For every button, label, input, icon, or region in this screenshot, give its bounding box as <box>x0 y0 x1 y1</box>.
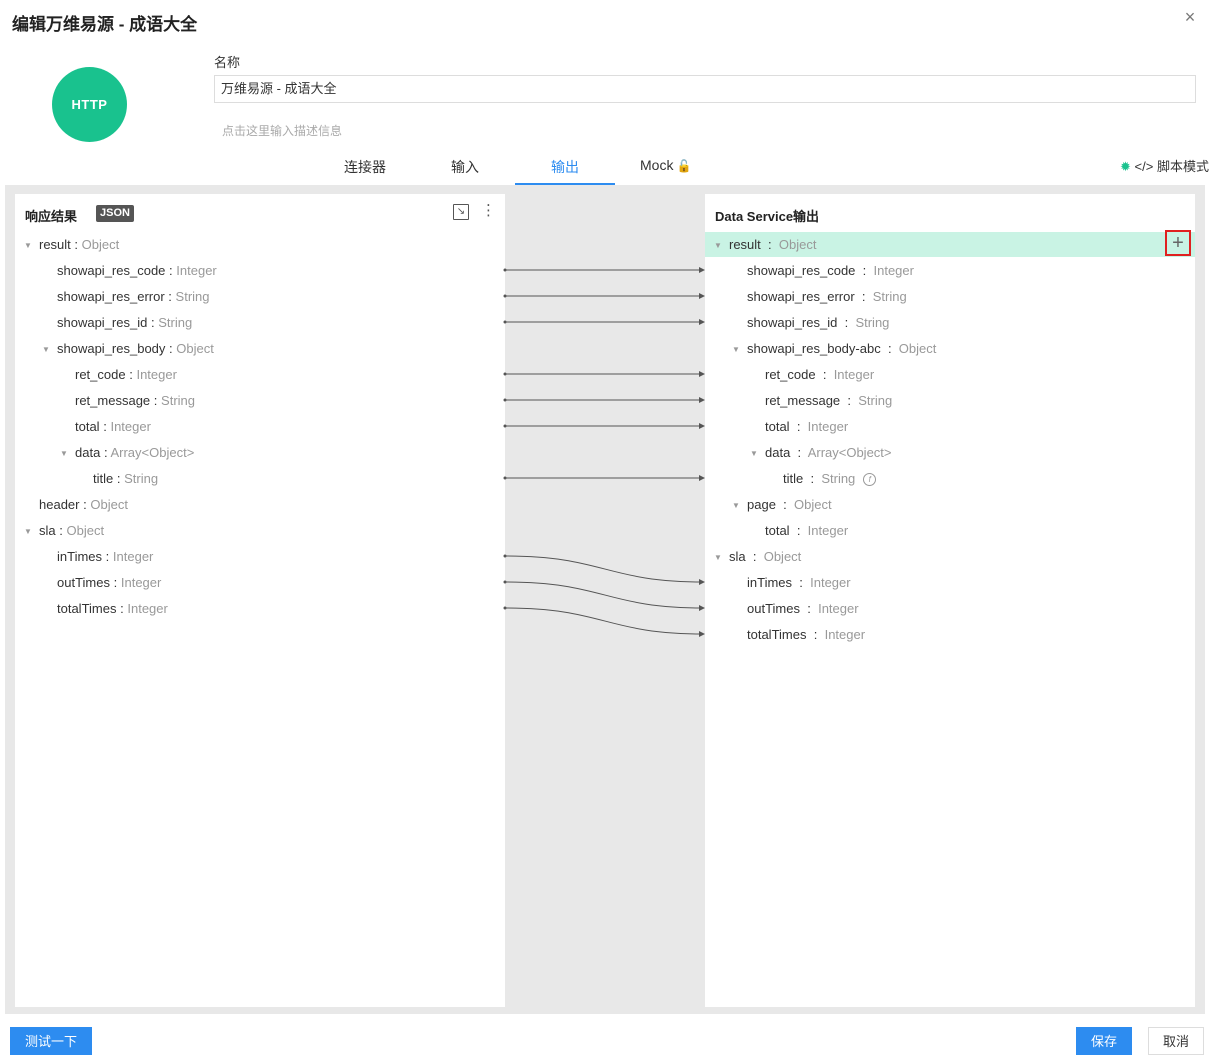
mapping-dot <box>503 320 507 324</box>
mapping-line <box>504 581 705 611</box>
mapping-line <box>504 607 705 637</box>
cancel-button[interactable]: 取消 <box>1148 1027 1204 1055</box>
test-button[interactable]: 测试一下 <box>10 1027 92 1055</box>
mapping-dot <box>503 268 507 272</box>
mapping-dot <box>503 554 507 558</box>
mapping-dot <box>503 294 507 298</box>
mapping-dot <box>503 580 507 584</box>
mapping-lines <box>503 267 705 637</box>
mapping-dot <box>503 606 507 610</box>
mapping-dot <box>503 398 507 402</box>
mapping-dot <box>503 476 507 480</box>
save-button[interactable]: 保存 <box>1076 1027 1132 1055</box>
mapping-dot <box>503 372 507 376</box>
mapping-dot <box>503 424 507 428</box>
mapping-line <box>504 555 705 585</box>
